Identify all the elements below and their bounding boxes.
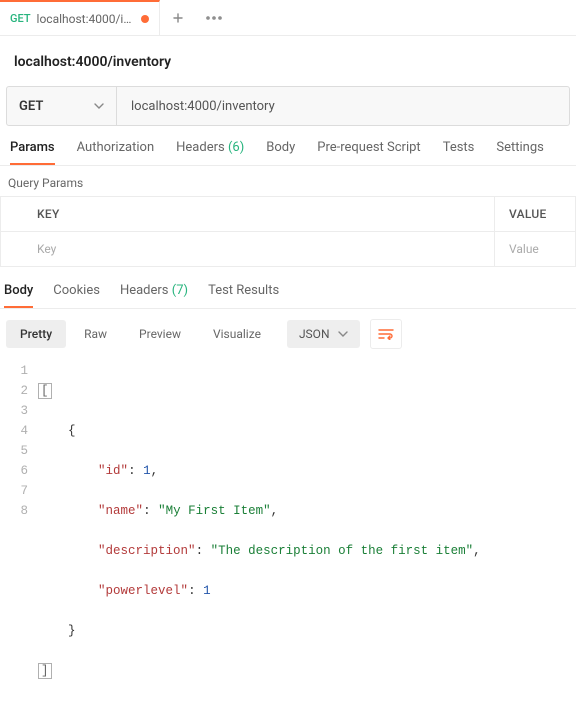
tab-settings[interactable]: Settings xyxy=(496,140,543,165)
wrap-icon xyxy=(378,328,394,340)
code-content[interactable]: [ { "id": 1, "name": "My First Item", "d… xyxy=(38,361,481,721)
url-value: localhost:4000/inventory xyxy=(131,99,275,114)
line-number: 3 xyxy=(0,401,28,421)
resp-tab-headers-count: (7) xyxy=(172,283,188,298)
line-gutter: 1 2 3 4 5 6 7 8 xyxy=(0,361,38,721)
table-row: Key Value xyxy=(1,232,575,266)
line-number: 1 xyxy=(0,361,28,381)
tab-bar: GET localhost:4000/inventc xyxy=(0,0,576,36)
view-raw[interactable]: Raw xyxy=(70,320,121,348)
response-tabs: Body Cookies Headers (7) Test Results xyxy=(0,267,576,309)
line-number: 6 xyxy=(0,461,28,481)
url-bar: GET localhost:4000/inventory xyxy=(6,86,570,126)
line-number: 8 xyxy=(0,501,28,521)
wrap-lines-button[interactable] xyxy=(370,319,402,349)
tab-method: GET xyxy=(10,12,31,25)
query-params-label: Query Params xyxy=(0,166,576,196)
tab-headers-label: Headers xyxy=(176,140,225,155)
tab-params[interactable]: Params xyxy=(10,140,55,165)
tab-headers-count: (6) xyxy=(228,140,244,155)
tab-title: localhost:4000/inventc xyxy=(37,12,135,26)
view-pretty[interactable]: Pretty xyxy=(6,320,66,348)
line-number: 4 xyxy=(0,421,28,441)
request-title: localhost:4000/inventory xyxy=(0,36,576,80)
request-subtabs: Params Authorization Headers (6) Body Pr… xyxy=(0,126,576,166)
method-select[interactable]: GET xyxy=(7,87,117,125)
resp-tab-body[interactable]: Body xyxy=(4,283,33,308)
resp-tab-cookies[interactable]: Cookies xyxy=(53,283,100,308)
line-number: 5 xyxy=(0,441,28,461)
view-preview[interactable]: Preview xyxy=(125,320,195,348)
chevron-down-icon xyxy=(338,329,348,339)
method-select-value: GET xyxy=(19,99,43,114)
request-tab[interactable]: GET localhost:4000/inventc xyxy=(0,0,160,35)
line-number: 7 xyxy=(0,481,28,501)
key-header: KEY xyxy=(1,197,495,231)
query-params-table: KEY VALUE Key Value xyxy=(0,196,576,267)
view-visualize[interactable]: Visualize xyxy=(199,320,275,348)
response-toolbar: Pretty Raw Preview Visualize JSON xyxy=(0,309,576,359)
tab-authorization[interactable]: Authorization xyxy=(77,140,155,165)
format-select[interactable]: JSON xyxy=(287,320,360,348)
more-tabs-button[interactable] xyxy=(196,0,232,36)
resp-tab-testresults[interactable]: Test Results xyxy=(208,283,279,308)
table-header-row: KEY VALUE xyxy=(1,197,575,232)
new-tab-button[interactable] xyxy=(160,0,196,36)
resp-tab-headers[interactable]: Headers (7) xyxy=(120,283,188,308)
value-header: VALUE xyxy=(495,197,575,231)
tab-prerequest[interactable]: Pre-request Script xyxy=(317,140,420,165)
value-input[interactable]: Value xyxy=(495,232,575,266)
tab-tests[interactable]: Tests xyxy=(443,140,475,165)
url-input[interactable]: localhost:4000/inventory xyxy=(117,87,569,125)
key-input[interactable]: Key xyxy=(1,232,495,266)
format-value: JSON xyxy=(299,327,330,341)
tab-body[interactable]: Body xyxy=(266,140,295,165)
tab-headers[interactable]: Headers (6) xyxy=(176,140,244,165)
unsaved-indicator-icon xyxy=(141,15,149,23)
response-body-viewer: 1 2 3 4 5 6 7 8 [ { "id": 1, "name": "My… xyxy=(0,359,576,721)
chevron-down-icon xyxy=(94,101,104,111)
resp-tab-headers-label: Headers xyxy=(120,283,169,298)
line-number: 2 xyxy=(0,381,28,401)
